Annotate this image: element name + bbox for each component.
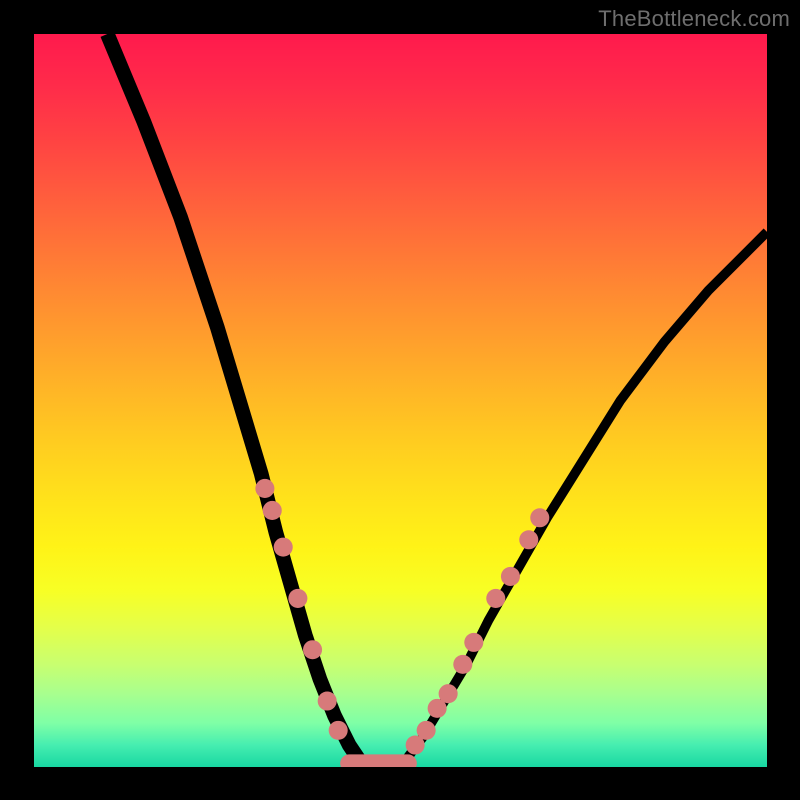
data-marker bbox=[288, 589, 307, 608]
watermark-text: TheBottleneck.com bbox=[598, 6, 790, 32]
data-marker bbox=[318, 692, 337, 711]
data-marker bbox=[417, 721, 436, 740]
data-marker bbox=[329, 721, 348, 740]
left-curve bbox=[107, 34, 364, 767]
chart-svg bbox=[34, 34, 767, 767]
outer-frame: TheBottleneck.com bbox=[0, 0, 800, 800]
data-marker bbox=[486, 589, 505, 608]
data-marker bbox=[464, 633, 483, 652]
data-marker bbox=[530, 508, 549, 527]
data-marker bbox=[439, 684, 458, 703]
data-marker bbox=[501, 567, 520, 586]
markers-right bbox=[406, 508, 550, 754]
right-curve bbox=[401, 232, 768, 767]
data-marker bbox=[274, 538, 293, 557]
data-marker bbox=[263, 501, 282, 520]
data-marker bbox=[453, 655, 472, 674]
data-marker bbox=[255, 479, 274, 498]
data-marker bbox=[303, 640, 322, 659]
plot-area bbox=[34, 34, 767, 767]
data-marker bbox=[519, 530, 538, 549]
